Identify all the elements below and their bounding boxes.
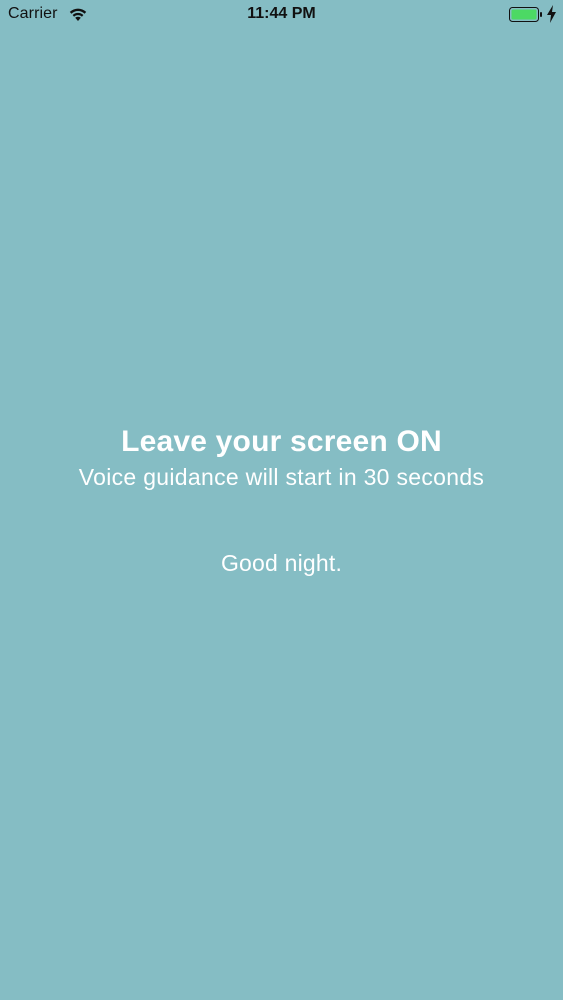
status-time: 11:44 PM (247, 5, 316, 22)
good-night-text: Good night. (220, 550, 343, 576)
charging-bolt-icon (547, 5, 556, 23)
battery-icon (509, 7, 542, 22)
voice-guidance-countdown-text: Voice guidance will start in 30 seconds (78, 464, 485, 490)
sleep-screen: Carrier 11:44 PM Leave your screen ON Vo… (0, 0, 563, 1000)
status-bar: Carrier 11:44 PM (0, 0, 563, 30)
leave-screen-on-heading: Leave your screen ON (121, 425, 442, 458)
